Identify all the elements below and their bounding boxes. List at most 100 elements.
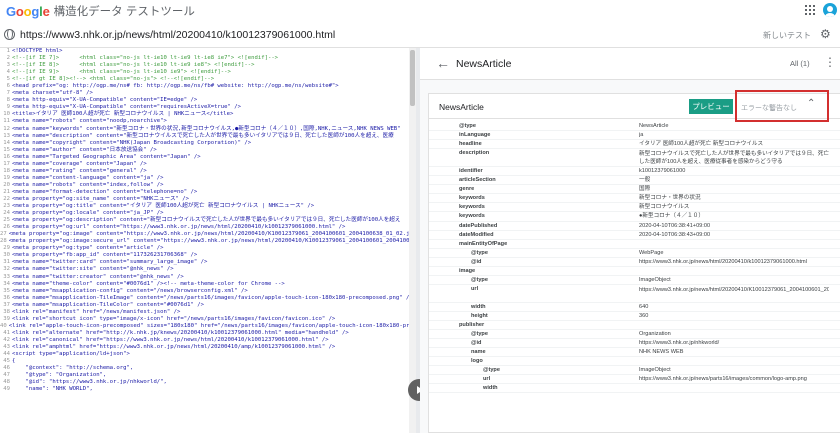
property-key: keywords [459,204,485,211]
code-editor[interactable]: 1 <!DOCTYPE html> 2 <!--[if IE 7]> <html cl… [0,48,416,433]
code-line: 16 <meta name="Targeted Geographic Area" … [0,154,416,161]
line-number: 5 [6,76,10,83]
code-scrollbar[interactable] [409,48,416,433]
code-line: 40 <link rel="apple-touch-icon-precompose… [0,323,416,330]
property-row[interactable]: genre 国際 [429,185,840,195]
results-header: ← NewsArticle All (1) ⋮ [420,48,840,80]
property-row[interactable]: @type ImageObject [429,276,840,285]
code-text: <head prefix="og: http://ogp.me/ns# fb: … [12,83,339,90]
property-row[interactable]: url https://www3.nhk.or.jp/news/parts16/i… [429,375,840,385]
filter-select[interactable]: All (1) [790,59,810,68]
code-line: 36 <meta name="msapplication-TileImage" c… [0,295,416,302]
arrow-back-icon[interactable]: ← [436,56,450,70]
code-text: <meta name="Targeted Geographic Area" co… [12,153,201,160]
code-line: 30 <meta property="fb:app_id" content="11… [0,252,416,259]
code-text: <!--[if gt IE 8]><!--> <html class="no-j… [12,76,215,83]
globe-icon [4,29,15,40]
url-field[interactable]: https://www3.nhk.or.jp/news/html/2020041… [20,29,335,41]
property-row[interactable]: @type NewsArticle [429,122,840,132]
code-text: <!DOCTYPE html> [12,48,63,54]
url-bar: https://www3.nhk.or.jp/news/html/2020041… [0,22,840,48]
property-table: @type NewsArticle inLanguage ja headline イタリア… [429,122,840,394]
property-row[interactable]: width [429,384,840,394]
code-text: <meta name="copyright" content="NHK(Japa… [12,139,252,146]
line-number: 49 [3,386,10,393]
property-row[interactable]: @type WebPage [429,249,840,258]
property-key: @type [471,249,488,256]
property-key: @id [471,340,482,347]
property-row[interactable]: @id https://www3.nhk.or.jp/news/html/2020… [429,258,840,267]
code-line: 5 <!--[if gt IE 8]><!--> <html class="no-… [0,76,416,83]
property-key: @type [483,367,500,374]
property-value: ●新型コロナ（４／１０） [639,213,704,220]
code-line: 6 <head prefix="og: http://ogp.me/ns# fb:… [0,83,416,90]
property-value: 国際 [639,186,651,193]
code-text: "name": "NHK WORLD", [12,386,93,393]
property-value: 640 [639,303,649,310]
gear-icon[interactable]: ⚙ [820,28,832,40]
code-line: 17 <meta name="coverage" content="Japan" … [0,161,416,168]
line-number: 23 [3,203,10,210]
property-row[interactable]: height 360 [429,312,840,322]
code-line: 43 <link rel="amphtml" href="https://www3… [0,344,416,351]
line-number: 24 [3,210,10,217]
code-text: <!--[if IE 8]> <html class="no-js lt-ie1… [12,62,255,69]
property-row[interactable]: description 新型コロナウイルスで死亡した人が世界で最も多いイタリアでは… [429,149,840,168]
property-row[interactable]: identifier k10012379061000 [429,167,840,177]
user-avatar-icon[interactable] [823,3,837,17]
code-line: 34 <meta name="theme-color" content="#007… [0,281,416,288]
property-row[interactable]: dateModified 2020-04-10T06:38:43+09:00 [429,231,840,240]
property-row[interactable]: @id https://www3.nhk.or.jp/nhkworld/ [429,339,840,349]
property-row[interactable]: keywords 新型コロナウイルス [429,203,840,213]
code-text: <meta name="msapplication-TileColor" con… [12,301,204,308]
code-line: 13 <meta name="description" content="新型コロ… [0,133,416,140]
property-value: 2020-04-10T06:38:43+09:00 [639,231,711,238]
code-text: <!--[if IE 9]> <html class="no-js lt-ie1… [12,69,231,76]
property-row[interactable]: logo [429,357,840,367]
code-text: <meta name="coverage" content="Japan" /> [12,160,147,167]
line-number: 37 [3,301,10,308]
property-row[interactable]: name NHK NEWS WEB [429,348,840,358]
preview-button[interactable]: プレビュー [689,99,733,114]
code-text: <meta http-equiv="X-UA-Compatible" conte… [12,97,198,104]
line-number: 29 [3,245,10,252]
line-number: 3 [6,62,10,69]
property-row[interactable]: mainEntityOfPage [429,240,840,249]
property-row[interactable]: inLanguage ja [429,131,840,141]
property-key: datePublished [459,222,498,229]
code-scrollbar-thumb[interactable] [410,50,415,106]
property-value: ImageObject [639,367,671,374]
property-row[interactable]: @type Organization [429,330,840,340]
new-test-button[interactable]: 新しいテスト [763,30,811,41]
line-number: 36 [3,294,10,301]
code-line: 12 <meta name="keywords" content="新型コロナ・世… [0,126,416,133]
code-text: <meta name="format-detection" content="t… [12,188,198,195]
property-row[interactable]: @type ImageObject [429,366,840,376]
property-value: k10012379061000 [639,168,686,175]
property-key: height [471,312,488,319]
property-row[interactable]: url https://www3.nhk.or.jp/news/html/2020… [429,285,840,303]
property-value: https://www3.nhk.or.jp/news/html/2020041… [639,286,829,293]
code-line: 4 <!--[if IE 9]> <html class="no-js lt-ie… [0,69,416,76]
line-number: 7 [6,90,10,97]
line-number: 11 [3,118,10,125]
property-row[interactable]: publisher [429,321,840,331]
property-row[interactable]: datePublished 2020-04-10T06:38:41+09:00 [429,222,840,231]
line-number: 43 [3,343,10,350]
chevron-up-icon[interactable]: ⌃ [807,99,815,109]
property-row[interactable]: image [429,267,840,276]
property-row[interactable]: articleSection 一般 [429,176,840,186]
property-row[interactable]: keywords ●新型コロナ（４／１０） [429,212,840,222]
code-text: "@context": "http://schema.org", [12,365,134,372]
apps-grid-icon[interactable] [805,5,815,15]
line-number: 20 [3,181,10,188]
more-vert-icon[interactable]: ⋮ [824,56,836,68]
property-row[interactable]: keywords 新型コロナ・世界の状況 [429,194,840,204]
property-row[interactable]: headline イタリア 医師100人超が死亡 新型コロナウイルス [429,140,840,150]
code-line: 48 "@id": "https://www3.nhk.or.jp/nhkwor… [0,379,416,386]
code-text: <meta name="msapplication-config" conten… [12,287,248,294]
line-number: 27 [0,231,7,238]
property-row[interactable]: width 640 [429,303,840,312]
warnings-count: 警告なし [769,105,797,112]
code-text: <meta property="og:description" content=… [12,217,401,224]
